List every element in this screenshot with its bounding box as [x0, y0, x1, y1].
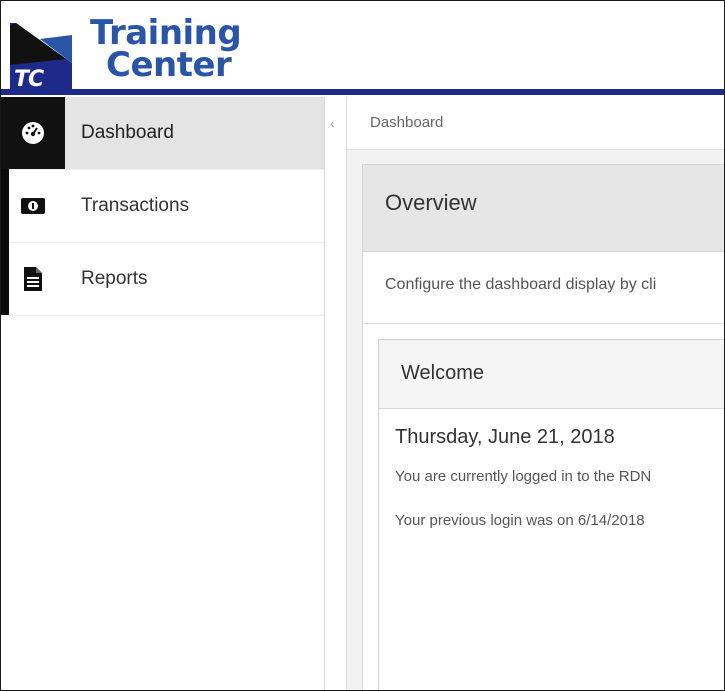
overview-panel-header: Overview — [363, 165, 724, 252]
logo-line-2: Center — [106, 45, 232, 85]
app-header: TC Training Center — [1, 1, 724, 97]
overview-description: Configure the dashboard display by cli — [385, 276, 657, 293]
breadcrumb: Dashboard — [347, 97, 724, 150]
logo-wordmark: Training Center — [90, 16, 242, 85]
sidebar-item-label: Transactions — [81, 195, 190, 216]
previous-login-text: Your previous login was on 6/14/2018 — [395, 512, 645, 529]
app-window: TC Training Center Dashboard Transaction… — [0, 0, 725, 691]
current-date: Thursday, June 21, 2018 — [395, 426, 615, 448]
chevron-left-icon[interactable]: ‹ — [330, 115, 335, 131]
sidebar-item-transactions[interactable]: Transactions — [1, 170, 324, 242]
sidebar-item-dashboard[interactable]: Dashboard — [1, 97, 324, 169]
sidebar-collapse-rail[interactable]: ‹ — [325, 97, 347, 690]
main-content: Dashboard Overview Configure the dashboa… — [347, 97, 724, 690]
money-bill-icon — [1, 170, 65, 242]
document-icon — [1, 243, 65, 315]
welcome-title: Welcome — [401, 362, 484, 384]
sidebar-divider — [9, 315, 324, 316]
header-divider — [1, 89, 724, 95]
overview-title: Overview — [385, 190, 477, 215]
sidebar-item-label: Dashboard — [81, 122, 174, 143]
sidebar-item-reports[interactable]: Reports — [1, 243, 324, 315]
sidebar-item-label: Reports — [81, 268, 148, 289]
training-center-logo[interactable]: TC Training Center — [10, 16, 242, 92]
welcome-widget: Welcome Thursday, June 21, 2018 You are … — [378, 339, 724, 690]
sidebar: Dashboard Transactions Reports — [1, 97, 325, 690]
dashboard-gauge-icon — [1, 97, 65, 169]
login-status-text: You are currently logged in to the RDN — [395, 468, 652, 485]
overview-panel: Overview Configure the dashboard display… — [362, 164, 724, 690]
panel-divider — [363, 323, 724, 324]
welcome-widget-header: Welcome — [379, 340, 724, 409]
breadcrumb-current[interactable]: Dashboard — [370, 114, 443, 131]
